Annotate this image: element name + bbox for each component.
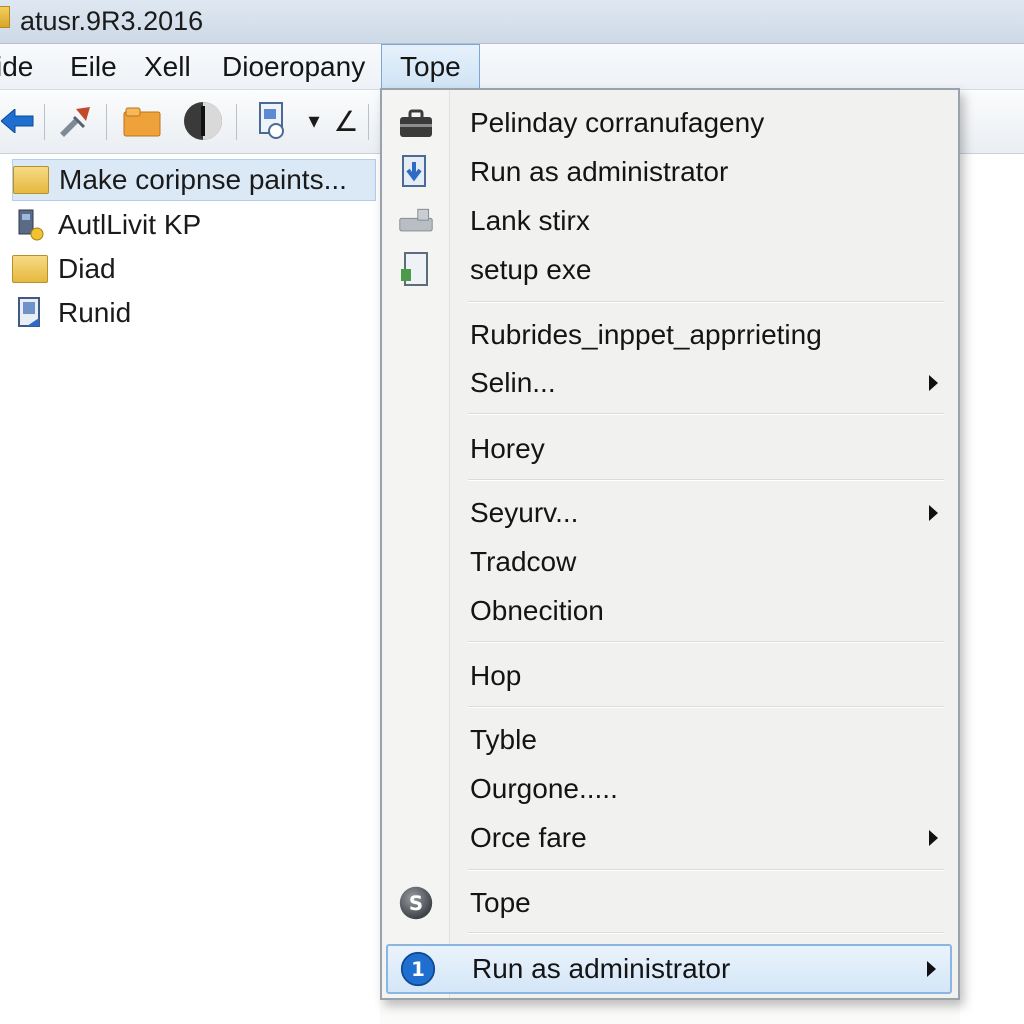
menu-item-label: setup exe [470,254,592,285]
menu-item-label: Orce fare [470,822,587,853]
tree-item-label: AutlLivit KP [58,209,202,240]
menu-ide[interactable]: ide [0,48,33,86]
s-badge-letter: S [409,892,423,915]
menu-item-label: Tyble [470,724,537,755]
menu-separator [468,413,944,415]
document-icon [259,102,284,139]
tools-button[interactable] [54,100,98,142]
menu-item-label: Tope [470,887,531,918]
folder-icon [0,6,10,28]
tree-item-label: Diad [58,253,116,284]
menu-item-label: Hop [470,660,522,691]
page-button[interactable] [250,100,294,142]
info-icon: 1 [400,951,436,987]
menu-separator [468,301,944,303]
title-bar: atusr.9R3.2016 [0,0,1024,44]
disc-icon [184,102,222,140]
setup-file-icon [398,252,434,288]
menu-separator [468,479,944,481]
submenu-arrow-icon [929,830,938,846]
menu-item-setup-exe[interactable]: setup exe [386,247,952,293]
menu-item-selin[interactable]: Selin... [386,360,952,406]
menu-item-hop[interactable]: Hop [386,653,952,699]
menu-separator [468,932,944,934]
more-button[interactable]: ∠ [332,100,360,142]
menu-item-label: Run as administrator [470,156,729,187]
back-button[interactable] [0,100,36,142]
properties-button[interactable] [180,100,226,142]
tree-item-diad[interactable]: Diad [12,248,376,290]
menu-separator [468,641,944,643]
menu-item-label: Run as administrator [472,953,731,984]
menu-tope[interactable]: Tope [381,44,480,90]
views-dropdown[interactable]: ▾ [302,100,326,142]
folder-icon [13,166,49,194]
menu-item-obnecition[interactable]: Obnecition [386,588,952,634]
tree-item-label: Runid [58,297,132,328]
install-icon [398,154,434,190]
menu-item-ourgone[interactable]: Ourgone..... [386,766,952,812]
folder-icon [12,255,48,283]
computer-user-icon [12,207,48,243]
folder-button[interactable] [120,100,164,142]
shortcut-icon [12,295,48,331]
menu-file[interactable]: Eile [70,48,117,86]
menu-item-label: Lank stirx [470,205,590,236]
toolbar-separator [44,104,45,140]
menu-item-tradcow[interactable]: Tradcow [386,539,952,585]
menu-item-label: Obnecition [470,595,604,626]
info-icon-number: 1 [411,958,425,981]
menu-item-lank-stirx[interactable]: Lank stirx [386,198,952,244]
menu-item-orce-fare[interactable]: Orce fare [386,815,952,861]
menu-item-label: Horey [470,433,545,464]
menu-item-tope[interactable]: S Tope [386,880,952,926]
menu-item-run-as-administrator-highlighted[interactable]: 1 Run as administrator [386,944,952,994]
menu-dioeropany[interactable]: Dioeropany [222,48,365,86]
menu-xell[interactable]: Xell [144,48,191,86]
menu-item-label: Selin... [470,367,556,398]
content-pane [960,154,1024,1024]
toolbar-separator [368,104,369,140]
tree-item-runid[interactable]: Runid [12,292,376,334]
menu-item-label: Pelinday corranufageny [470,107,765,138]
tools-icon [60,107,90,137]
menu-item-label: Rubrides_inppet_apprrieting [470,319,822,350]
navigation-pane: Make coripnse paints... AutlLivit KP Dia… [0,154,380,1024]
toolbar-separator [106,104,107,140]
tree-item-label: Make coripnse paints... [59,164,347,195]
toolbar-separator [236,104,237,140]
menu-item-label: Tradcow [470,546,577,577]
tree-item-autllivit[interactable]: AutlLivit KP [12,204,376,246]
menu-item-run-as-administrator[interactable]: Run as administrator [386,149,952,195]
menu-item-label: Seyurv... [470,497,579,528]
menu-item-tyble[interactable]: Tyble [386,717,952,763]
menu-separator [468,706,944,708]
submenu-arrow-icon [929,505,938,521]
menu-item-horey[interactable]: Horey [386,426,952,472]
s-badge-icon: S [398,885,434,921]
menu-item-seyurv[interactable]: Seyurv... [386,490,952,536]
menu-item-rubrides[interactable]: Rubrides_inppet_apprrieting [386,312,952,358]
context-menu: Pelinday corranufageny Run as administra… [380,88,960,1000]
menu-item-pelinday[interactable]: Pelinday corranufageny [386,100,952,146]
window-title: atusr.9R3.2016 [20,6,204,36]
briefcase-icon [398,105,434,141]
open-folder-icon [123,107,161,137]
menu-bar: ide Eile Xell Dioeropany Tope [0,44,1024,90]
back-arrow-icon [1,109,34,133]
submenu-arrow-icon [927,961,936,977]
menu-item-label: Ourgone..... [470,773,618,804]
tree-item-make-coripnse[interactable]: Make coripnse paints... [12,159,376,201]
menu-separator [468,869,944,871]
submenu-arrow-icon [929,375,938,391]
printer-icon [398,203,434,239]
